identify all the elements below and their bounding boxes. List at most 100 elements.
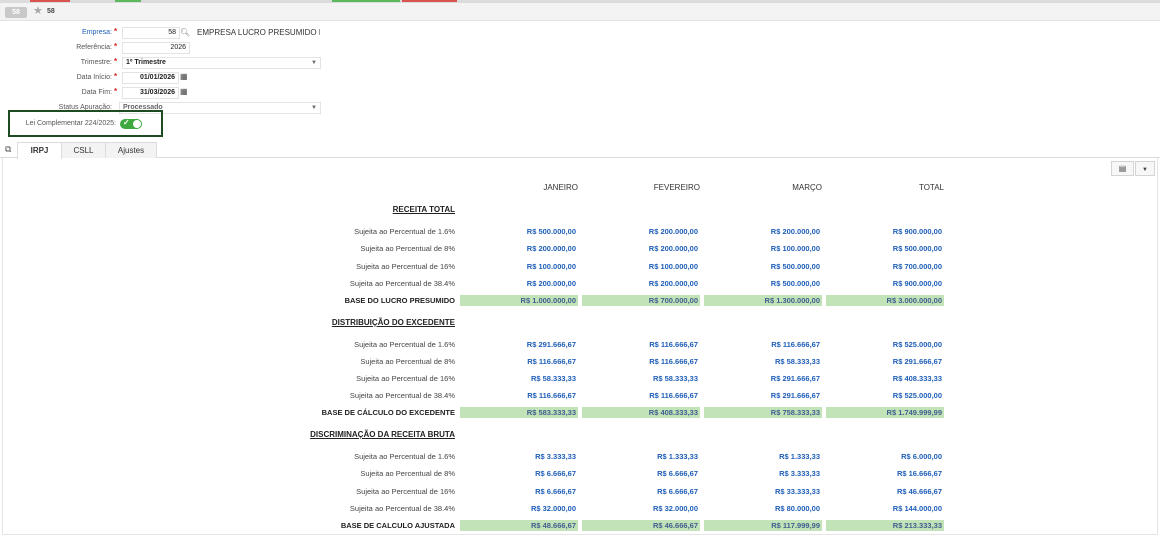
cell-value: R$ 6.666,67 xyxy=(657,487,698,496)
calendar-icon[interactable]: ▦ xyxy=(180,87,188,96)
cell-value: R$ 100.000,00 xyxy=(526,262,576,271)
section-title: DISTRIBUIÇÃO DO EXCEDENTE xyxy=(331,318,455,327)
cell-value: R$ 32.000,00 xyxy=(530,504,576,513)
total-cell-value: R$ 758.333,33 xyxy=(704,407,822,418)
toggle-knob xyxy=(133,120,141,128)
required-marker: * xyxy=(114,27,118,36)
trimestre-value: 1º Trimestre xyxy=(126,59,166,66)
section-title: RECEITA TOTAL xyxy=(392,205,455,214)
cell-value: R$ 100.000,00 xyxy=(648,262,698,271)
chevron-down-icon: ▼ xyxy=(311,60,317,66)
cell-value: R$ 144.000,00 xyxy=(892,504,942,513)
cell-value: R$ 6.666,67 xyxy=(657,469,698,478)
cell-value: R$ 58.333,33 xyxy=(774,357,820,366)
cell-value: R$ 525.000,00 xyxy=(892,340,942,349)
total-row-label: BASE DE CÁLCULO DO EXCEDENTE xyxy=(321,408,455,417)
cell-value: R$ 58.333,33 xyxy=(530,374,576,383)
total-cell-value: R$ 1.000.000,00 xyxy=(460,295,578,306)
row-label: Sujeita ao Percentual de 8% xyxy=(360,469,455,478)
cell-value: R$ 291.666,67 xyxy=(526,340,576,349)
tab-csll[interactable]: CSLL xyxy=(61,142,106,158)
star-icon[interactable]: ★ xyxy=(33,5,43,18)
trimestre-label: Trimestre: xyxy=(80,59,112,66)
cell-value: R$ 700.000,00 xyxy=(892,262,942,271)
trimestre-select[interactable]: 1º Trimestre ▼ xyxy=(122,57,321,69)
column-header-janeiro: JANEIRO xyxy=(543,183,578,192)
cell-value: R$ 3.333,33 xyxy=(779,469,820,478)
cell-value: R$ 80.000,00 xyxy=(774,504,820,513)
required-marker: * xyxy=(114,87,118,96)
column-header-marco: MARÇO xyxy=(792,183,822,192)
total-row-label: BASE DO LUCRO PRESUMIDO xyxy=(344,296,455,305)
row-label: Sujeita ao Percentual de 16% xyxy=(356,262,455,271)
cell-value: R$ 200.000,00 xyxy=(526,244,576,253)
cell-value: R$ 116.666,67 xyxy=(649,340,698,349)
total-cell-value: R$ 3.000.000,00 xyxy=(826,295,944,306)
export-button[interactable]: ▤ xyxy=(1111,161,1134,176)
cell-value: R$ 116.666,67 xyxy=(527,357,576,366)
total-cell-value: R$ 700.000,00 xyxy=(582,295,700,306)
row-label: Sujeita ao Percentual de 38.4% xyxy=(349,279,455,288)
document-icon: ▤ xyxy=(1118,164,1127,173)
calendar-icon[interactable]: ▦ xyxy=(180,72,188,81)
lei-complementar-label: Lei Complementar 224/2025: xyxy=(25,120,116,127)
tab-ajustes[interactable]: Ajustes xyxy=(105,142,157,158)
column-header-total: TOTAL xyxy=(918,183,944,192)
row-label: Sujeita ao Percentual de 1.6% xyxy=(354,340,455,349)
row-label: Sujeita ao Percentual de 38.4% xyxy=(349,391,455,400)
total-cell-value: R$ 1.749.999,99 xyxy=(826,407,944,418)
cell-value: R$ 58.333,33 xyxy=(652,374,698,383)
cell-value: R$ 46.666,67 xyxy=(896,487,942,496)
search-icon[interactable]: 🔍︎ xyxy=(180,28,190,37)
data-inicio-input[interactable]: 01/01/2026 xyxy=(122,72,179,84)
check-icon: ✓ xyxy=(123,118,130,127)
cell-value: R$ 500.000,00 xyxy=(770,262,820,271)
data-fim-input[interactable]: 31/03/2026 xyxy=(122,87,179,99)
row-label: Sujeita ao Percentual de 1.6% xyxy=(354,452,455,461)
tab-bar: ⧉ IRPJ CSLL Ajustes xyxy=(0,141,1160,159)
cell-value: R$ 500.000,00 xyxy=(892,244,942,253)
cell-value: R$ 900.000,00 xyxy=(892,279,942,288)
cell-value: R$ 33.333,33 xyxy=(774,487,820,496)
referencia-input[interactable]: 2026 xyxy=(122,42,190,54)
total-row-label: BASE DE CALCULO AJUSTADA xyxy=(340,521,455,530)
total-cell-value: R$ 1.300.000,00 xyxy=(704,295,822,306)
record-number: 58 xyxy=(47,8,55,15)
total-cell-value: R$ 408.333,33 xyxy=(582,407,700,418)
copy-icon[interactable]: ⧉ xyxy=(5,144,11,155)
cell-value: R$ 1.333,33 xyxy=(779,452,820,461)
row-label: Sujeita ao Percentual de 8% xyxy=(360,244,455,253)
required-marker: * xyxy=(114,42,118,51)
cell-value: R$ 500.000,00 xyxy=(526,227,576,236)
cell-value: R$ 1.333,33 xyxy=(657,452,698,461)
row-label: Sujeita ao Percentual de 38.4% xyxy=(349,504,455,513)
cell-value: R$ 32.000,00 xyxy=(652,504,698,513)
column-header-fevereiro: FEVEREIRO xyxy=(653,183,700,192)
cell-value: R$ 200.000,00 xyxy=(526,279,576,288)
lei-complementar-toggle[interactable]: ✓ xyxy=(120,118,142,129)
record-header: 58 ★ 58 xyxy=(0,3,1160,21)
cell-value: R$ 900.000,00 xyxy=(892,227,942,236)
record-badge: 58 xyxy=(5,7,27,18)
cell-value: R$ 291.666,67 xyxy=(770,374,820,383)
cell-value: R$ 116.666,67 xyxy=(771,340,820,349)
total-cell-value: R$ 583.333,33 xyxy=(460,407,578,418)
chevron-down-icon: ▼ xyxy=(311,105,317,111)
cell-value: R$ 525.000,00 xyxy=(892,391,942,400)
tab-irpj[interactable]: IRPJ xyxy=(17,142,62,159)
cell-value: R$ 291.666,67 xyxy=(770,391,820,400)
cell-value: R$ 408.333,33 xyxy=(892,374,942,383)
row-label: Sujeita ao Percentual de 8% xyxy=(360,357,455,366)
cell-value: R$ 291.666,67 xyxy=(892,357,942,366)
section-title: DISCRIMINAÇÃO DA RECEITA BRUTA xyxy=(310,430,455,439)
total-cell-value: R$ 46.666,67 xyxy=(582,520,700,531)
cell-value: R$ 6.666,67 xyxy=(535,469,576,478)
cell-value: R$ 116.666,67 xyxy=(527,391,576,400)
cell-value: R$ 200.000,00 xyxy=(648,279,698,288)
total-cell-value: R$ 48.666,67 xyxy=(460,520,578,531)
cell-value: R$ 116.666,67 xyxy=(649,391,698,400)
export-options-button[interactable]: ▼ xyxy=(1135,161,1155,176)
row-label: Sujeita ao Percentual de 1.6% xyxy=(354,227,455,236)
total-cell-value: R$ 117.999,99 xyxy=(704,520,822,531)
empresa-code-input[interactable]: 58 xyxy=(122,27,180,39)
